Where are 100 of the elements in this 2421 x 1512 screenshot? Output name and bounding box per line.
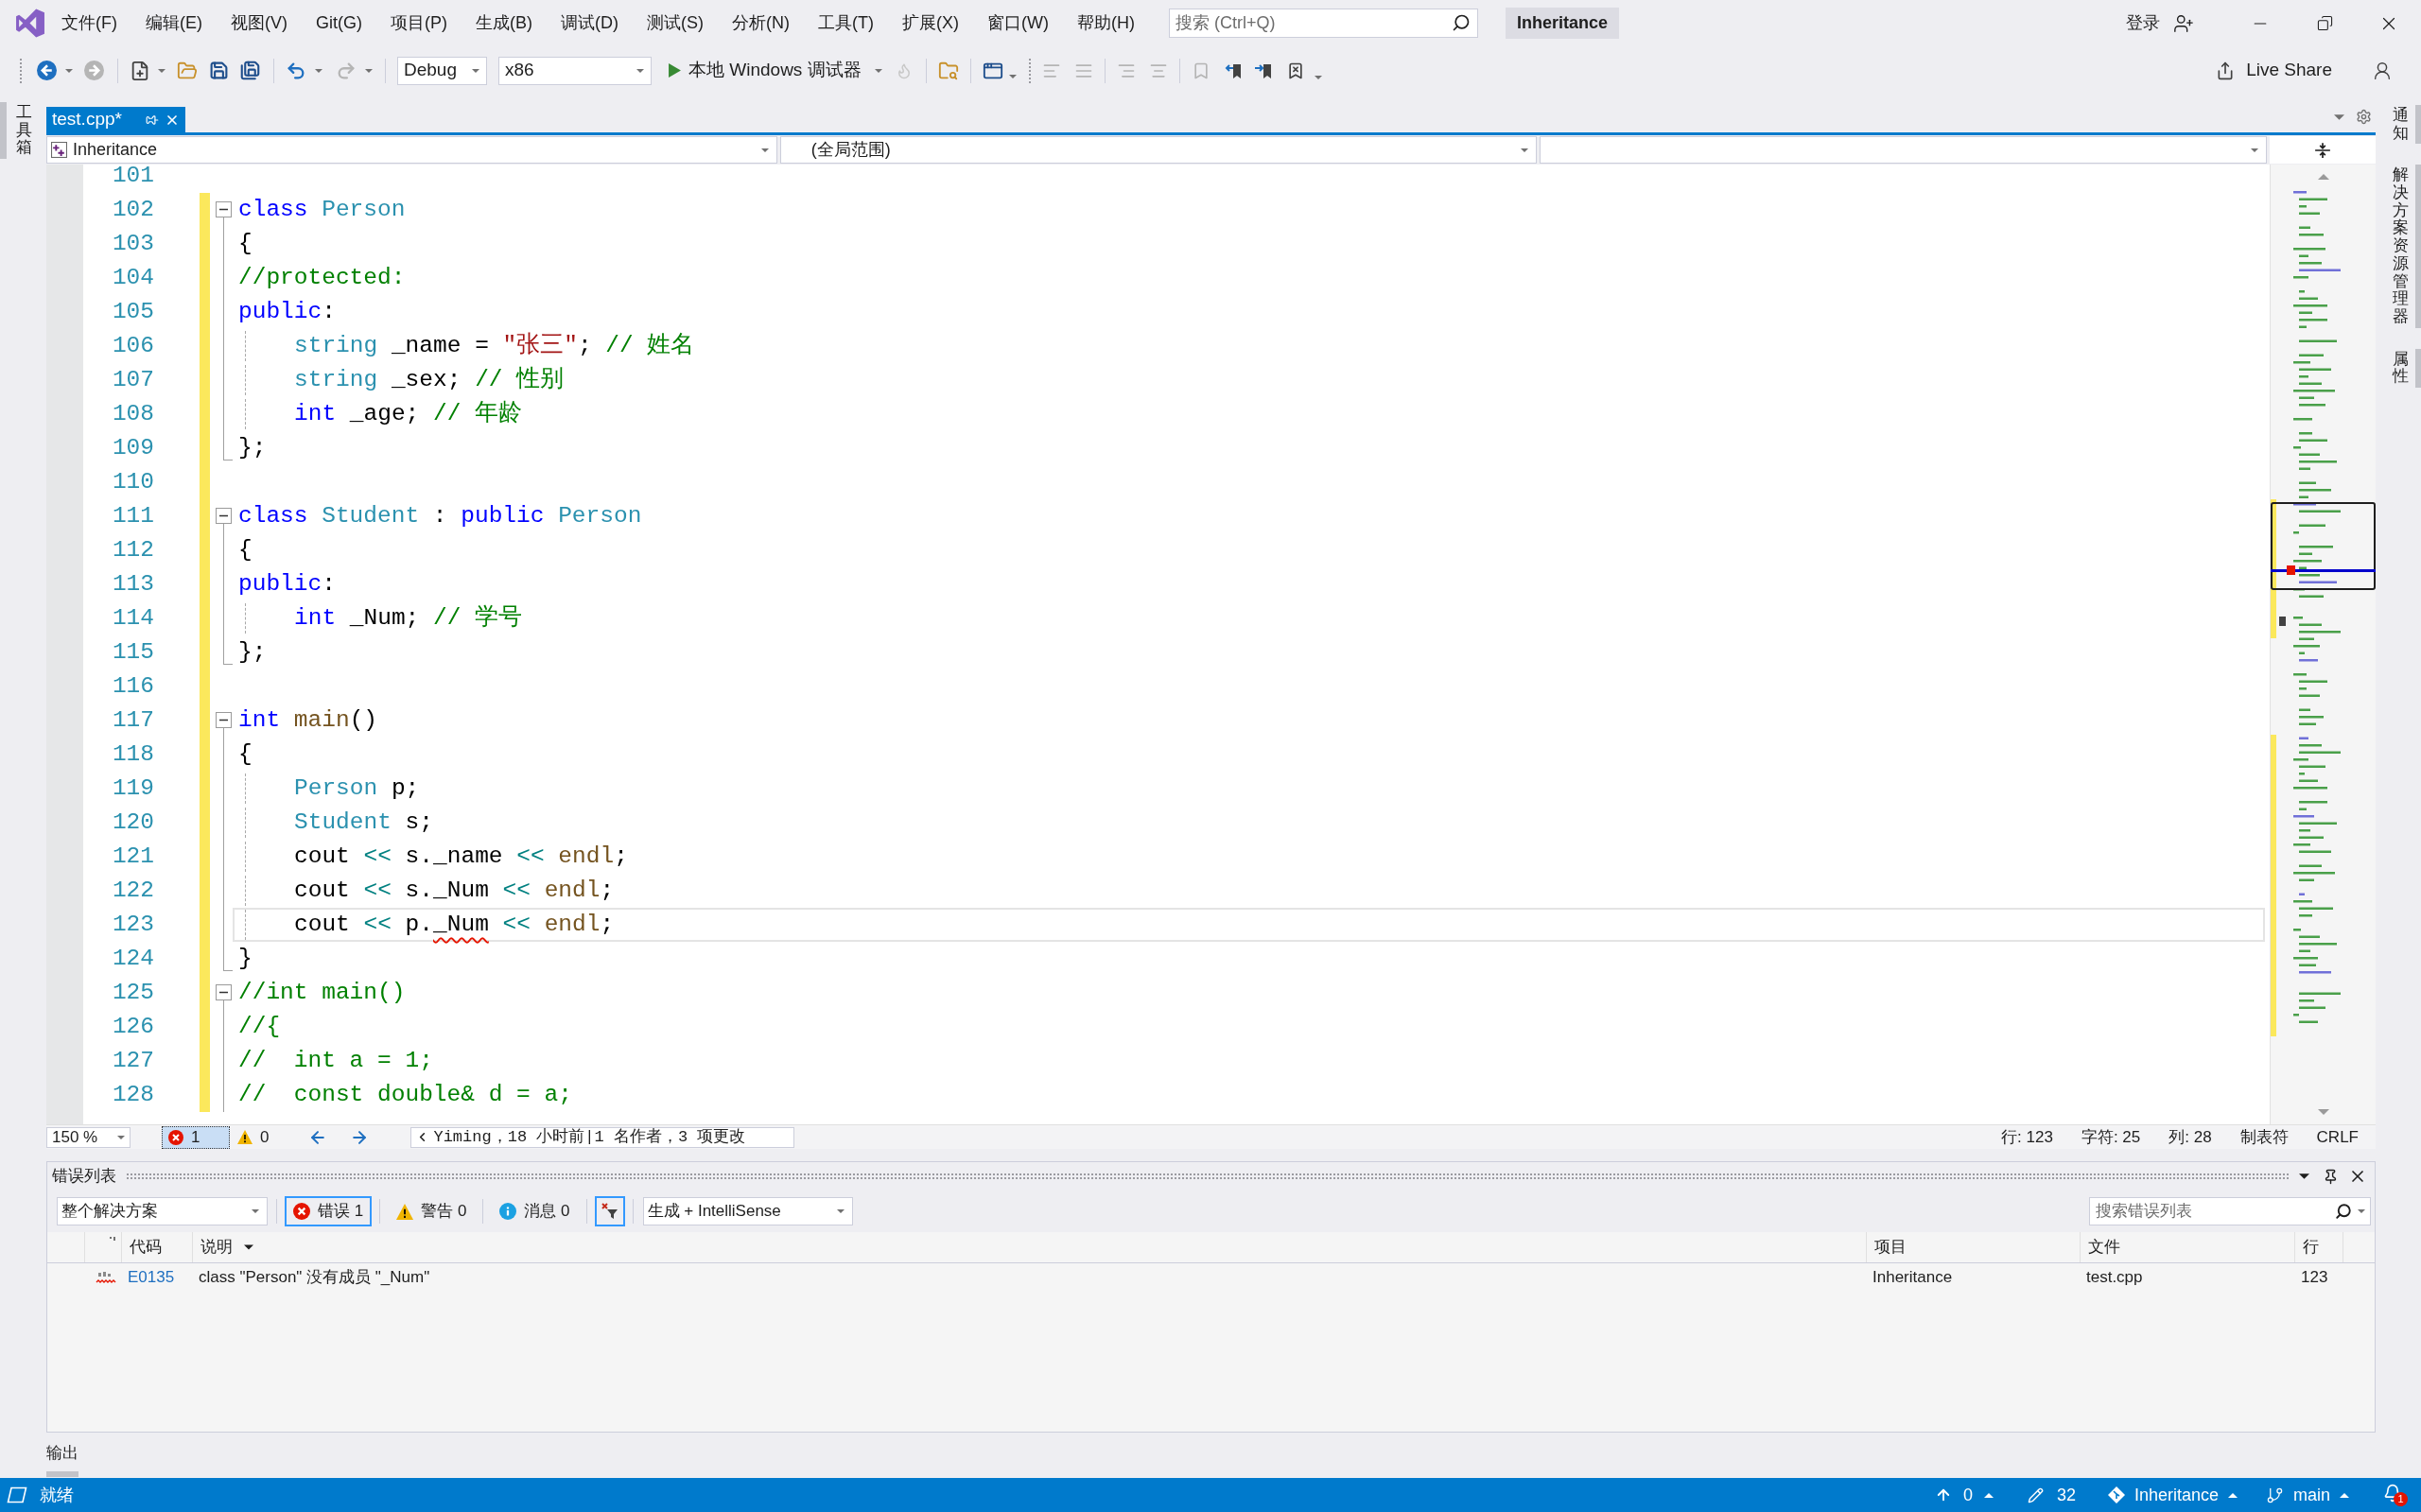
push-status[interactable]: 0 (1934, 1482, 1994, 1508)
table-cell: test.cpp (2086, 1268, 2143, 1287)
new-file-icon[interactable] (130, 60, 150, 81)
split-editor-button[interactable] (2270, 136, 2376, 164)
share-icon (2216, 61, 2236, 80)
configuration-dropdown[interactable]: Debug (397, 56, 487, 85)
codelens-author-button[interactable]: Yiming，18 小时前|1 名作者，3 项更改 (410, 1126, 795, 1148)
undo-icon[interactable] (286, 60, 306, 81)
line-number: 122 (111, 877, 154, 905)
collapse-icon[interactable] (216, 201, 232, 217)
line-number: 102 (111, 196, 154, 224)
search-icon[interactable] (2335, 1203, 2352, 1220)
caret-down-icon (117, 1135, 125, 1139)
repository-status[interactable]: Inheritance (2107, 1482, 2238, 1508)
code-line: //protected: (238, 264, 406, 292)
project-dropdown[interactable]: Inheritance (46, 136, 777, 164)
code-line: public: (238, 570, 336, 599)
source-dropdown[interactable]: 生成 + IntelliSense (642, 1197, 853, 1225)
scope-dropdown[interactable]: 整个解决方案 (57, 1197, 268, 1225)
column-header[interactable]: 代码 (122, 1232, 193, 1262)
line-number: 103 (111, 230, 154, 258)
back-icon[interactable] (37, 61, 57, 80)
add-user-icon[interactable] (2173, 12, 2194, 34)
error-count-button[interactable]: 1 (162, 1125, 230, 1149)
next-bookmark-icon[interactable] (1253, 61, 1273, 79)
tool-window-tab[interactable]: 工具箱 (0, 102, 32, 160)
column-header[interactable]: 行 (2295, 1232, 2343, 1262)
save-icon[interactable] (209, 61, 229, 80)
line-number: 107 (111, 366, 154, 394)
scroll-up-icon[interactable] (2318, 174, 2329, 180)
column-header[interactable]: 项目 (1867, 1232, 2081, 1262)
line-number: 126 (111, 1013, 154, 1041)
line-number: 114 (111, 604, 154, 633)
menu-item[interactable]: 测试(S) (633, 10, 718, 36)
code-line: cout << s._name << endl; (294, 843, 628, 871)
code-line: { (238, 740, 253, 769)
line-number: 104 (111, 264, 154, 292)
code-line: class Person (238, 196, 406, 224)
search-icon[interactable] (1451, 13, 1471, 32)
previous-bookmark-icon[interactable] (1223, 61, 1243, 79)
menu-item[interactable]: 分析(N) (718, 10, 804, 36)
scope-dropdown[interactable]: (全局范围) (779, 136, 1538, 164)
restore-icon[interactable] (2316, 15, 2333, 31)
live-share-button[interactable]: Live Share (2216, 57, 2332, 84)
menu-item[interactable]: 窗口(W) (972, 10, 1063, 36)
menu-item[interactable]: 扩展(X) (887, 10, 973, 36)
messages-filter-button[interactable]: 消息 0 (491, 1196, 579, 1226)
line-number: 115 (111, 638, 154, 667)
branch-status[interactable]: main (2266, 1482, 2349, 1508)
minimap-viewport[interactable] (2271, 502, 2376, 590)
tool-window-tab[interactable]: 解决方案资源管理器 (2393, 165, 2421, 328)
errors-filter-button[interactable]: 错误 1 (285, 1196, 373, 1226)
error-code-link[interactable]: E0135 (128, 1268, 175, 1287)
folder-search-icon[interactable] (937, 60, 959, 81)
menu-item[interactable]: 调试(D) (547, 10, 633, 36)
zoom-dropdown[interactable]: 150 % (46, 1126, 131, 1148)
dots-icon[interactable] (110, 1237, 115, 1241)
settings-icon[interactable] (2356, 109, 2372, 125)
changes-status[interactable]: 32 (2027, 1482, 2076, 1508)
pin-icon[interactable] (2323, 1168, 2339, 1185)
sign-in-link[interactable]: 登录 (2126, 10, 2160, 36)
menu-item[interactable]: 帮助(H) (1062, 10, 1149, 36)
error-icon (293, 1203, 310, 1220)
collapse-icon[interactable] (216, 712, 232, 728)
code-line: string _sex; // 性别 (294, 365, 565, 394)
person-icon[interactable] (2372, 60, 2393, 81)
info-icon (499, 1203, 517, 1220)
warnings-filter-button[interactable]: 警告 0 (388, 1196, 476, 1226)
warning-count-button[interactable]: 0 (235, 1125, 271, 1149)
run-debugger-button[interactable]: 本地 Windows 调试器 (665, 56, 886, 85)
caret-down-icon[interactable] (2299, 1173, 2309, 1179)
tool-window-tab[interactable]: 属性 (2393, 348, 2421, 388)
menu-item[interactable]: 文件(F) (47, 10, 131, 36)
scroll-down-icon[interactable] (2318, 1109, 2329, 1115)
menu-item[interactable]: 生成(B) (462, 10, 547, 36)
split-icon (2314, 141, 2331, 159)
search-field[interactable]: 搜索 (Ctrl+Q) (1168, 9, 1478, 38)
notifications-button[interactable]: 1 (2383, 1484, 2408, 1506)
menu-item[interactable]: 工具(T) (804, 10, 888, 36)
code-line: string _name = "张三"; // 姓名 (294, 331, 695, 360)
column-header[interactable]: 文件 (2081, 1232, 2295, 1262)
save-all-icon[interactable] (240, 61, 260, 80)
code-line: cout << p._Num << endl; (294, 911, 615, 939)
folder-open-icon[interactable] (177, 60, 198, 81)
filter-toggle-button[interactable] (594, 1196, 625, 1226)
menu-item[interactable]: Git(G) (302, 10, 376, 36)
collapse-icon[interactable] (216, 984, 232, 1000)
menu-item[interactable]: 项目(P) (376, 10, 462, 36)
menu-item[interactable]: 视图(V) (217, 10, 302, 36)
tool-window-tab[interactable]: 通知 (2393, 105, 2421, 145)
platform-dropdown[interactable]: x86 (498, 56, 652, 85)
drag-grip[interactable] (126, 1173, 2290, 1180)
menu-item[interactable]: 编辑(E) (131, 10, 217, 36)
column-header[interactable]: 说明 (193, 1232, 1867, 1262)
error-search-field[interactable]: 搜索错误列表 (2089, 1197, 2371, 1225)
line-number: 120 (111, 808, 154, 837)
status-text: 就绪 (40, 1484, 74, 1506)
parallelogram-icon (7, 1486, 27, 1503)
collapse-icon[interactable] (216, 508, 232, 524)
line-number: 108 (111, 400, 154, 428)
